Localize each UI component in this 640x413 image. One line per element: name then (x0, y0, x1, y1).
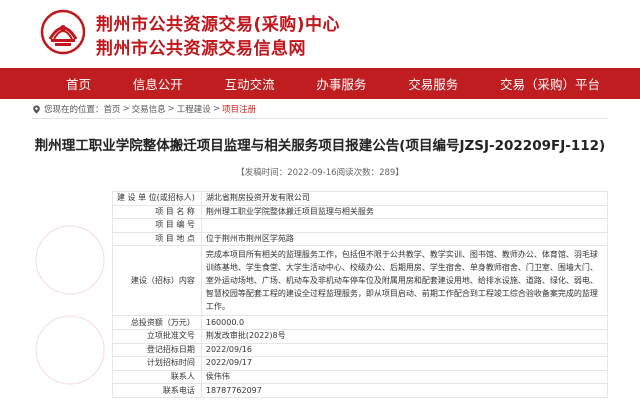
site-header: 荆州市公共资源交易(采购)中心 荆州市公共资源交易信息网 (0, 0, 640, 68)
row-value-phone: 18787762097 (200, 383, 609, 398)
nav-item-trading-services[interactable]: 交易服务 (408, 74, 458, 93)
row-value-project-number (200, 218, 609, 233)
breadcrumb-separator: > (122, 104, 130, 114)
row-label-approval-number: 立项批准文号 (112, 328, 202, 344)
row-label-planned-date: 计划招标时间 (112, 356, 202, 371)
content-divider (32, 118, 608, 119)
table-row: 联系电话 18787762097 (112, 383, 609, 398)
table-row: 联系人 侯伟伟 (112, 369, 609, 385)
table-row: 总投资额（万元） 160000.0 (112, 315, 609, 330)
row-label-project-number: 项 目 编 号 (112, 218, 202, 233)
location-pin-icon (33, 104, 40, 114)
watermark-seal (35, 225, 105, 385)
breadcrumb-separator: > (167, 104, 175, 114)
row-value-planned-date: 2022/09/17 (200, 356, 609, 371)
table-row: 项 目 地 点 位于荆州市荆州区学苑路 (112, 231, 609, 247)
row-value-builder: 湖北省荆房投资开发有限公司 (200, 191, 609, 206)
row-label-scope: 建设（招标）内容 (112, 245, 202, 317)
breadcrumb-separator: > (212, 104, 220, 114)
main-nav: 首页 信息公开 互动交流 办事服务 交易服务 交易（采购）平台 (0, 68, 640, 99)
row-label-contact: 联系人 (112, 369, 202, 385)
article-title: 荆州理工职业学院整体搬迁项目监理与相关服务项目报建公告(项目编号JZSJ-202… (34, 138, 606, 154)
table-row: 计划招标时间 2022/09/17 (112, 356, 609, 371)
breadcrumb-section[interactable]: 交易信息 (132, 103, 166, 115)
nav-item-info-disclosure[interactable]: 信息公开 (133, 74, 183, 93)
row-value-contact: 侯伟伟 (200, 369, 609, 385)
nav-item-home[interactable]: 首页 (66, 74, 91, 93)
table-row: 建 设 单 位(或招标人) 湖北省荆房投资开发有限公司 (112, 191, 609, 206)
row-label-registration-date: 登记招标日期 (112, 342, 202, 358)
row-label-project-location: 项 目 地 点 (112, 231, 202, 247)
row-label-builder: 建 设 单 位(或招标人) (112, 191, 202, 206)
row-value-scope: 完成本项目所有相关的监理服务工作，包括但不限于公共教学、教学实训、图书馆、教师办… (200, 245, 609, 317)
table-row: 项 目 名 称 荆州理工职业学院整体搬迁项目监理与相关服务 (112, 204, 609, 220)
site-title-primary: 荆州市公共资源交易(采购)中心 (96, 15, 341, 35)
row-value-approval-number: 荆发改审批(2022)8号 (200, 328, 609, 344)
row-label-phone: 联系电话 (112, 383, 202, 398)
table-row: 立项批准文号 荆发改审批(2022)8号 (112, 328, 609, 344)
table-row: 登记招标日期 2022/09/16 (112, 342, 609, 358)
row-label-project-name: 项 目 名 称 (112, 204, 202, 220)
nav-item-services[interactable]: 办事服务 (316, 74, 366, 93)
table-row: 项 目 编 号 (112, 218, 609, 233)
breadcrumb: 您现在的位置： 首页 > 交易信息 > 工程建设 > 项目注册 (32, 102, 256, 116)
site-logo[interactable] (40, 9, 86, 55)
row-value-registration-date: 2022/09/16 (200, 342, 609, 358)
row-value-project-location: 位于荆州市荆州区学苑路 (200, 231, 609, 247)
row-label-investment: 总投资额（万元） (112, 315, 202, 330)
breadcrumb-home[interactable]: 首页 (104, 103, 121, 115)
project-info-table: 建 设 单 位(或招标人) 湖北省荆房投资开发有限公司 项 目 名 称 荆州理工… (112, 191, 609, 398)
nav-item-trading-platform[interactable]: 交易（采购）平台 (500, 74, 600, 93)
breadcrumb-category[interactable]: 工程建设 (177, 103, 211, 115)
row-value-investment: 160000.0 (200, 315, 609, 330)
breadcrumb-prefix: 您现在的位置： (44, 105, 104, 115)
article-meta: 【发稿时间：2022-09-16阅读次数：289】 (236, 168, 404, 178)
nav-item-interaction[interactable]: 互动交流 (225, 74, 275, 93)
row-value-project-name: 荆州理工职业学院整体搬迁项目监理与相关服务 (200, 204, 609, 220)
table-row: 建设（招标）内容 完成本项目所有相关的监理服务工作，包括但不限于公共教学、教学实… (112, 245, 609, 317)
site-title-secondary: 荆州市公共资源交易信息网 (96, 39, 306, 59)
breadcrumb-current[interactable]: 项目注册 (222, 103, 256, 115)
